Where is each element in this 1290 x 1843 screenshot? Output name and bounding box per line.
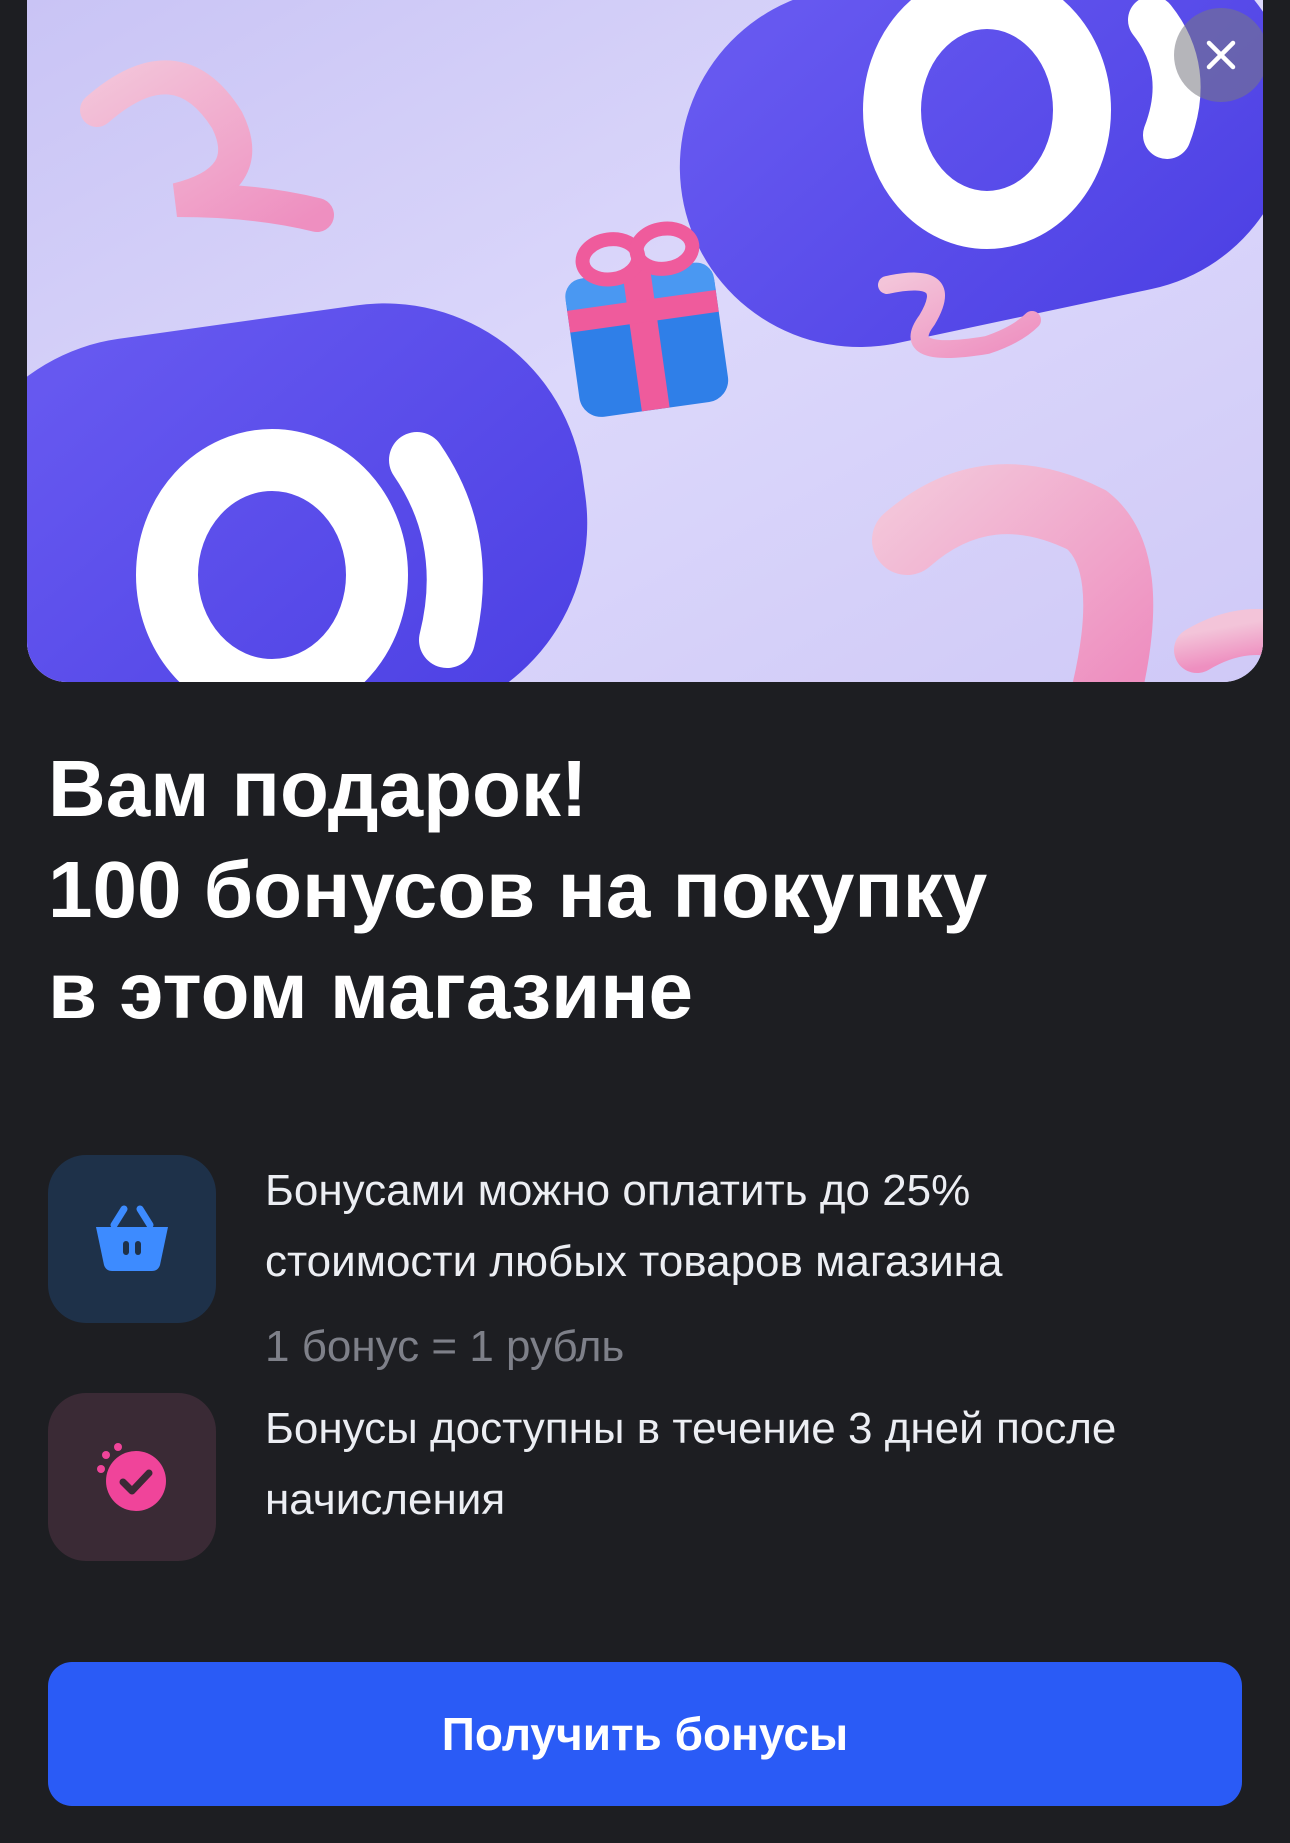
title-line-2: 100 бонусов на покупку <box>48 845 988 934</box>
feature-payment-text: Бонусами можно оплатить до 25% стоимости… <box>265 1155 1265 1297</box>
gift-illustration <box>27 0 1263 682</box>
promo-title: Вам подарок! 100 бонусов на покупку в эт… <box>48 738 1238 1041</box>
title-line-3: в этом магазине <box>48 946 694 1035</box>
timer-icon-tile <box>48 1393 216 1561</box>
basket-icon <box>96 1205 168 1271</box>
feature-expiry-text: Бонусы доступны в течение 3 дней после н… <box>265 1393 1265 1535</box>
title-line-1: Вам подарок! <box>48 744 588 833</box>
bonus-rate-note: 1 бонус = 1 рубль <box>265 1322 625 1371</box>
feature-expiry-line-1: Бонусы доступны в течение 3 дней после <box>265 1404 1117 1453</box>
feature-payment-line-1: Бонусами можно оплатить до 25% <box>265 1166 971 1215</box>
timer-check-icon <box>97 1443 166 1511</box>
close-button[interactable] <box>1174 8 1263 102</box>
feature-payment: Бонусами можно оплатить до 25% стоимости… <box>48 1155 1248 1385</box>
get-bonuses-button[interactable]: Получить бонусы <box>48 1662 1242 1806</box>
feature-expiry-line-2: начисления <box>265 1475 506 1524</box>
promo-banner <box>27 0 1263 682</box>
close-icon <box>1206 40 1236 70</box>
feature-payment-line-2: стоимости любых товаров магазина <box>265 1237 1003 1286</box>
feature-expiry: Бонусы доступны в течение 3 дней после н… <box>48 1393 1248 1561</box>
basket-icon-tile <box>48 1155 216 1323</box>
